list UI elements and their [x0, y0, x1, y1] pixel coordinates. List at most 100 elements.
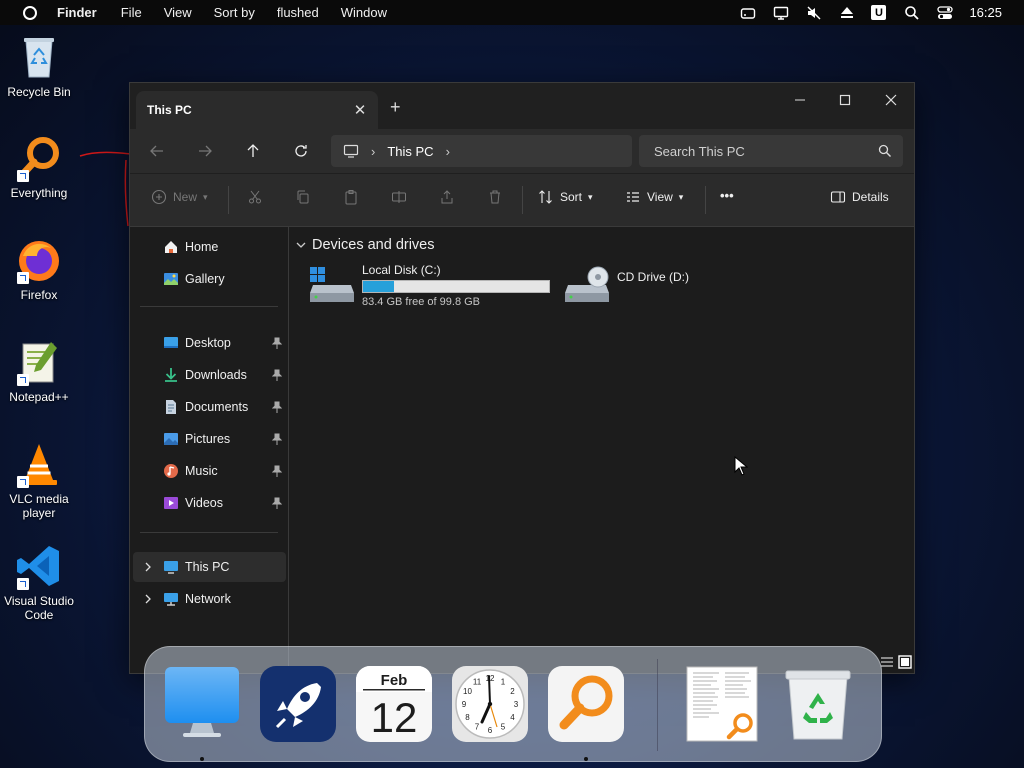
mute-tray-icon[interactable] [805, 5, 823, 21]
menu-file[interactable]: File [121, 5, 142, 20]
sidebar-item-this-pc[interactable]: This PC [133, 552, 286, 582]
desktop-icon-label: Recycle Bin [7, 85, 71, 99]
search-box[interactable]: Search This PC [639, 135, 903, 167]
documents-icon [166, 400, 176, 414]
desktop-icon-recycle-bin[interactable]: Recycle Bin [1, 33, 77, 99]
menu-view[interactable]: View [164, 5, 192, 20]
downloads-icon [165, 368, 177, 382]
dock-item-document-preview[interactable] [683, 665, 761, 743]
sort-button[interactable]: Sort ▾ [538, 189, 593, 205]
sidebar-item-gallery[interactable]: Gallery [133, 264, 286, 294]
dock-item-clock[interactable]: 123456789101112 [451, 665, 529, 743]
drive-tray-icon[interactable] [739, 5, 757, 21]
maximize-button[interactable] [825, 88, 865, 112]
clock-numeral: 7 [475, 723, 480, 732]
pin-icon[interactable] [272, 337, 282, 349]
forward-button[interactable] [193, 139, 217, 163]
pin-icon[interactable] [272, 497, 282, 509]
menu-sort-by[interactable]: Sort by [214, 5, 255, 20]
trash-icon [490, 190, 500, 204]
breadcrumb-this-pc[interactable]: This PC [387, 144, 433, 159]
share-button[interactable] [439, 189, 455, 205]
tab-this-pc[interactable]: This PC ✕ [136, 91, 378, 129]
drive-item-d[interactable]: CD Drive (D:) [565, 263, 689, 303]
rename-button[interactable] [391, 189, 407, 205]
pin-icon[interactable] [272, 401, 282, 413]
desktop-icon-everything[interactable]: Everything [1, 134, 77, 200]
desktop-icon-vscode[interactable]: Visual Studio Code [1, 542, 77, 622]
drive-usage-fill [363, 281, 394, 292]
drive-item-c[interactable]: Local Disk (C:) 83.4 GB free of 99.8 GB [310, 263, 550, 308]
search-tray-icon[interactable] [903, 5, 921, 21]
address-bar[interactable]: › This PC › [331, 135, 632, 167]
refresh-button[interactable] [289, 139, 313, 163]
calendar-month: Feb [381, 672, 408, 689]
sidebar-item-label: Desktop [185, 336, 231, 350]
display-tray-icon[interactable] [772, 5, 790, 21]
pin-icon[interactable] [272, 433, 282, 445]
desktop-icon-vlc[interactable]: VLC media player [1, 440, 77, 520]
search-magnifier-icon [548, 666, 624, 742]
pin-icon[interactable] [272, 369, 282, 381]
new-button[interactable]: New ▾ [151, 189, 208, 205]
paste-button[interactable] [343, 189, 359, 205]
sidebar-item-network[interactable]: Network [133, 584, 286, 614]
sidebar-item-label: This PC [185, 560, 230, 574]
copy-button[interactable] [295, 189, 311, 205]
tiles-view-icon[interactable] [898, 655, 912, 669]
sidebar-item-desktop[interactable]: Desktop [133, 328, 286, 358]
new-tab-button[interactable]: + [390, 97, 401, 118]
close-button[interactable] [871, 88, 911, 112]
up-button[interactable] [241, 139, 265, 163]
section-header-devices[interactable]: Devices and drives [296, 237, 435, 253]
menu-app-name[interactable]: Finder [57, 5, 97, 20]
desktop-icon-notepad-plus-plus[interactable]: Notepad++ [1, 338, 77, 404]
details-view-icon[interactable] [880, 655, 894, 669]
desktop-icon-firefox[interactable]: Firefox [1, 236, 77, 302]
view-button[interactable]: View ▾ [625, 189, 683, 205]
chevron-right-icon[interactable] [143, 561, 153, 573]
dock-item-launchpad[interactable] [259, 665, 337, 743]
sidebar-item-music[interactable]: Music [133, 456, 286, 486]
dock-item-calendar[interactable]: Feb 12 [355, 665, 433, 743]
desktop-icon-label: Everything [10, 186, 68, 200]
maximize-icon [839, 94, 851, 106]
clock-icon: 123456789101112 [452, 666, 528, 742]
sidebar-item-documents[interactable]: Documents [133, 392, 286, 422]
more-options-icon: ••• [720, 188, 734, 203]
pin-icon[interactable] [272, 465, 282, 477]
file-list-area[interactable]: Devices and drives Local Disk (C:) 83.4 … [290, 227, 914, 673]
minimize-icon [795, 99, 805, 101]
back-button[interactable] [145, 139, 169, 163]
cd-drive-icon [565, 266, 609, 302]
search-input[interactable]: Search This PC [654, 144, 745, 159]
control-center-icon[interactable] [936, 5, 954, 21]
vscode-icon [15, 542, 63, 590]
dock-item-trash[interactable] [779, 665, 857, 743]
sidebar-item-videos[interactable]: Videos [133, 488, 286, 518]
minimize-button[interactable] [780, 88, 820, 112]
cut-button[interactable] [247, 189, 263, 205]
sidebar-item-home[interactable]: Home [133, 232, 286, 262]
delete-button[interactable] [487, 189, 503, 205]
tab-close-icon[interactable]: ✕ [352, 101, 368, 119]
menu-window[interactable]: Window [341, 5, 387, 20]
details-button[interactable]: Details [830, 189, 889, 205]
title-bar[interactable]: This PC ✕ + [130, 83, 914, 129]
menubar-clock[interactable]: 16:25 [969, 5, 1002, 20]
user-badge[interactable]: U [871, 5, 887, 20]
breadcrumb-separator[interactable]: › [446, 144, 450, 159]
dock-item-everything[interactable] [547, 665, 625, 761]
new-label: New [173, 190, 198, 204]
menu-flushed[interactable]: flushed [277, 5, 319, 20]
chevron-right-icon[interactable] [143, 593, 153, 605]
system-menu-icon[interactable] [23, 5, 37, 20]
sidebar-item-downloads[interactable]: Downloads [133, 360, 286, 390]
videos-icon [164, 497, 178, 509]
breadcrumb-separator[interactable]: › [371, 144, 375, 159]
sidebar-item-pictures[interactable]: Pictures [133, 424, 286, 454]
eject-tray-icon[interactable] [838, 5, 856, 21]
more-options-button[interactable]: ••• [720, 188, 734, 203]
dock-item-finder[interactable] [163, 665, 241, 761]
close-icon [885, 94, 897, 106]
